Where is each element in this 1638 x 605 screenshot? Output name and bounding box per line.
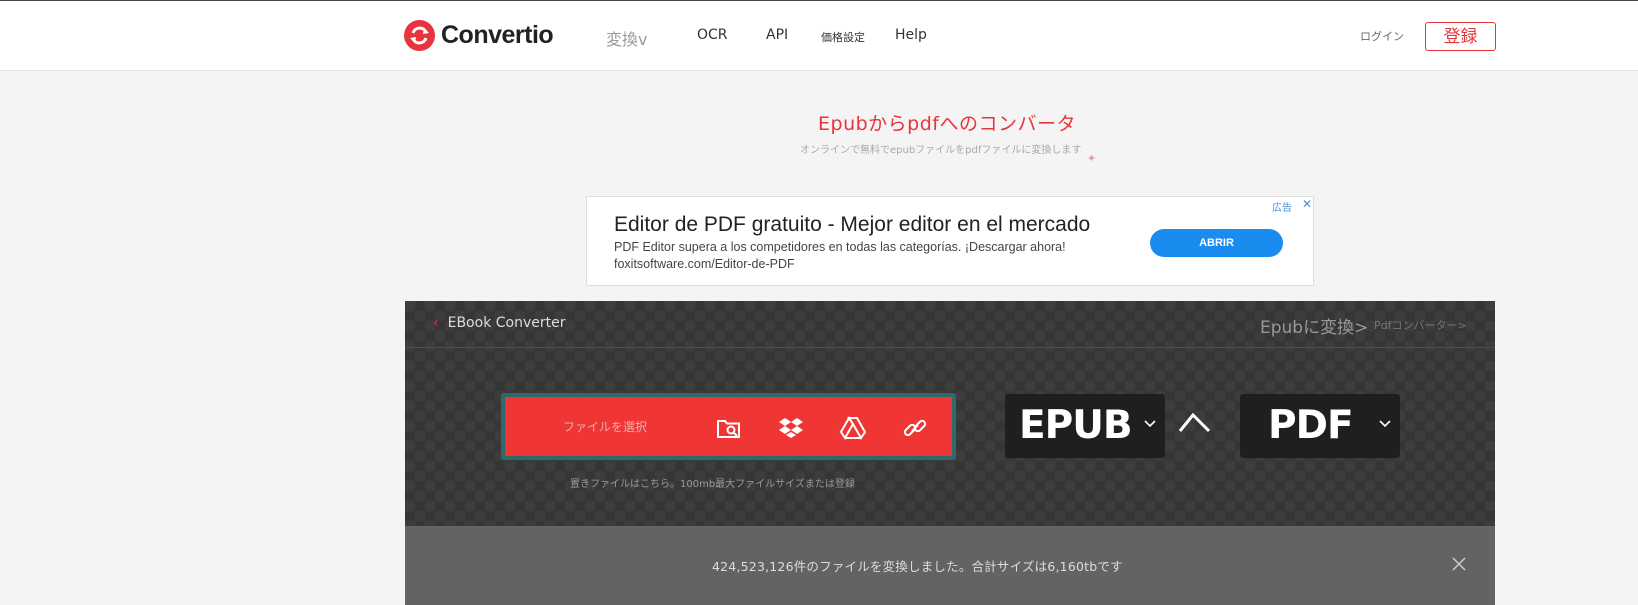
back-label: EBook Converter — [447, 315, 566, 331]
nav-pricing[interactable]: 価格設定 — [821, 29, 865, 45]
nav-convert[interactable]: 変換v — [606, 26, 647, 50]
upload-hint: 置きファイルはこちら。100mb最大ファイルサイズまたは登録 — [570, 479, 855, 490]
brand-logo[interactable]: Convertio — [404, 20, 554, 51]
back-to-ebook-converter[interactable]: ‹ EBook Converter — [433, 315, 565, 331]
ad-url[interactable]: foxitsoftware.com/Editor-de-PDF — [614, 257, 795, 271]
sparkle-icon: ✦ — [1087, 152, 1097, 165]
convertio-logo-icon — [404, 20, 435, 51]
nav-api[interactable]: API — [766, 27, 788, 43]
to-format-value: PDF — [1268, 403, 1354, 448]
pdf-converter-link[interactable]: Pdfコンバーター> — [1374, 317, 1467, 333]
ad-banner[interactable]: Editor de PDF gratuito - Mejor editor en… — [586, 196, 1314, 286]
link-icon[interactable] — [901, 414, 929, 442]
from-format-value: EPUB — [1019, 403, 1133, 448]
top-header: Convertio 変換v OCR API 価格設定 Help ログイン 登録 — [0, 0, 1638, 71]
ad-title[interactable]: Editor de PDF gratuito - Mejor editor en… — [614, 213, 1090, 237]
google-drive-icon[interactable] — [839, 414, 867, 442]
dropbox-icon[interactable] — [777, 414, 805, 442]
page-title: Epubからpdfへのコンバータ — [818, 113, 1076, 135]
ad-description: PDF Editor supera a los competidores en … — [614, 240, 1066, 254]
converter-toolbar: ‹ EBook Converter Epubに変換> Pdfコンバーター> — [405, 301, 1495, 348]
conversion-stats: 424,523,126件のファイルを変換しました。合計サイズは6,160tbです — [712, 559, 1123, 574]
chevron-down-icon — [1144, 420, 1156, 428]
nav-help[interactable]: Help — [895, 27, 927, 43]
ad-label[interactable]: 広告 — [1272, 199, 1292, 214]
chevron-down-icon — [1379, 420, 1391, 428]
choose-file-button[interactable]: ファイルを選択 — [563, 418, 647, 435]
stats-bar: 424,523,126件のファイルを変換しました。合計サイズは6,160tbです — [405, 526, 1495, 605]
swap-arrow-icon[interactable] — [1177, 409, 1213, 437]
to-format-select[interactable]: PDF — [1240, 394, 1400, 458]
from-format-select[interactable]: EPUB — [1005, 394, 1165, 458]
folder-search-icon[interactable] — [715, 414, 743, 442]
nav-ocr[interactable]: OCR — [697, 27, 728, 43]
signup-button[interactable]: 登録 — [1425, 22, 1496, 51]
converter-panel: ‹ EBook Converter Epubに変換> Pdfコンバーター> ファ… — [405, 301, 1495, 605]
convert-to-epub-link[interactable]: Epubに変換> — [1260, 313, 1368, 338]
page-subtitle: オンラインで無料でepubファイルをpdfファイルに変換します — [800, 145, 1082, 156]
close-icon[interactable] — [1451, 556, 1467, 572]
ad-close-icon[interactable]: ✕ — [1302, 197, 1312, 211]
chevron-left-icon: ‹ — [433, 315, 439, 331]
ad-open-button[interactable]: ABRIR — [1150, 229, 1283, 257]
file-upload-box[interactable]: ファイルを選択 — [501, 393, 956, 460]
brand-name: Convertio — [441, 21, 554, 49]
login-link[interactable]: ログイン — [1360, 28, 1404, 44]
